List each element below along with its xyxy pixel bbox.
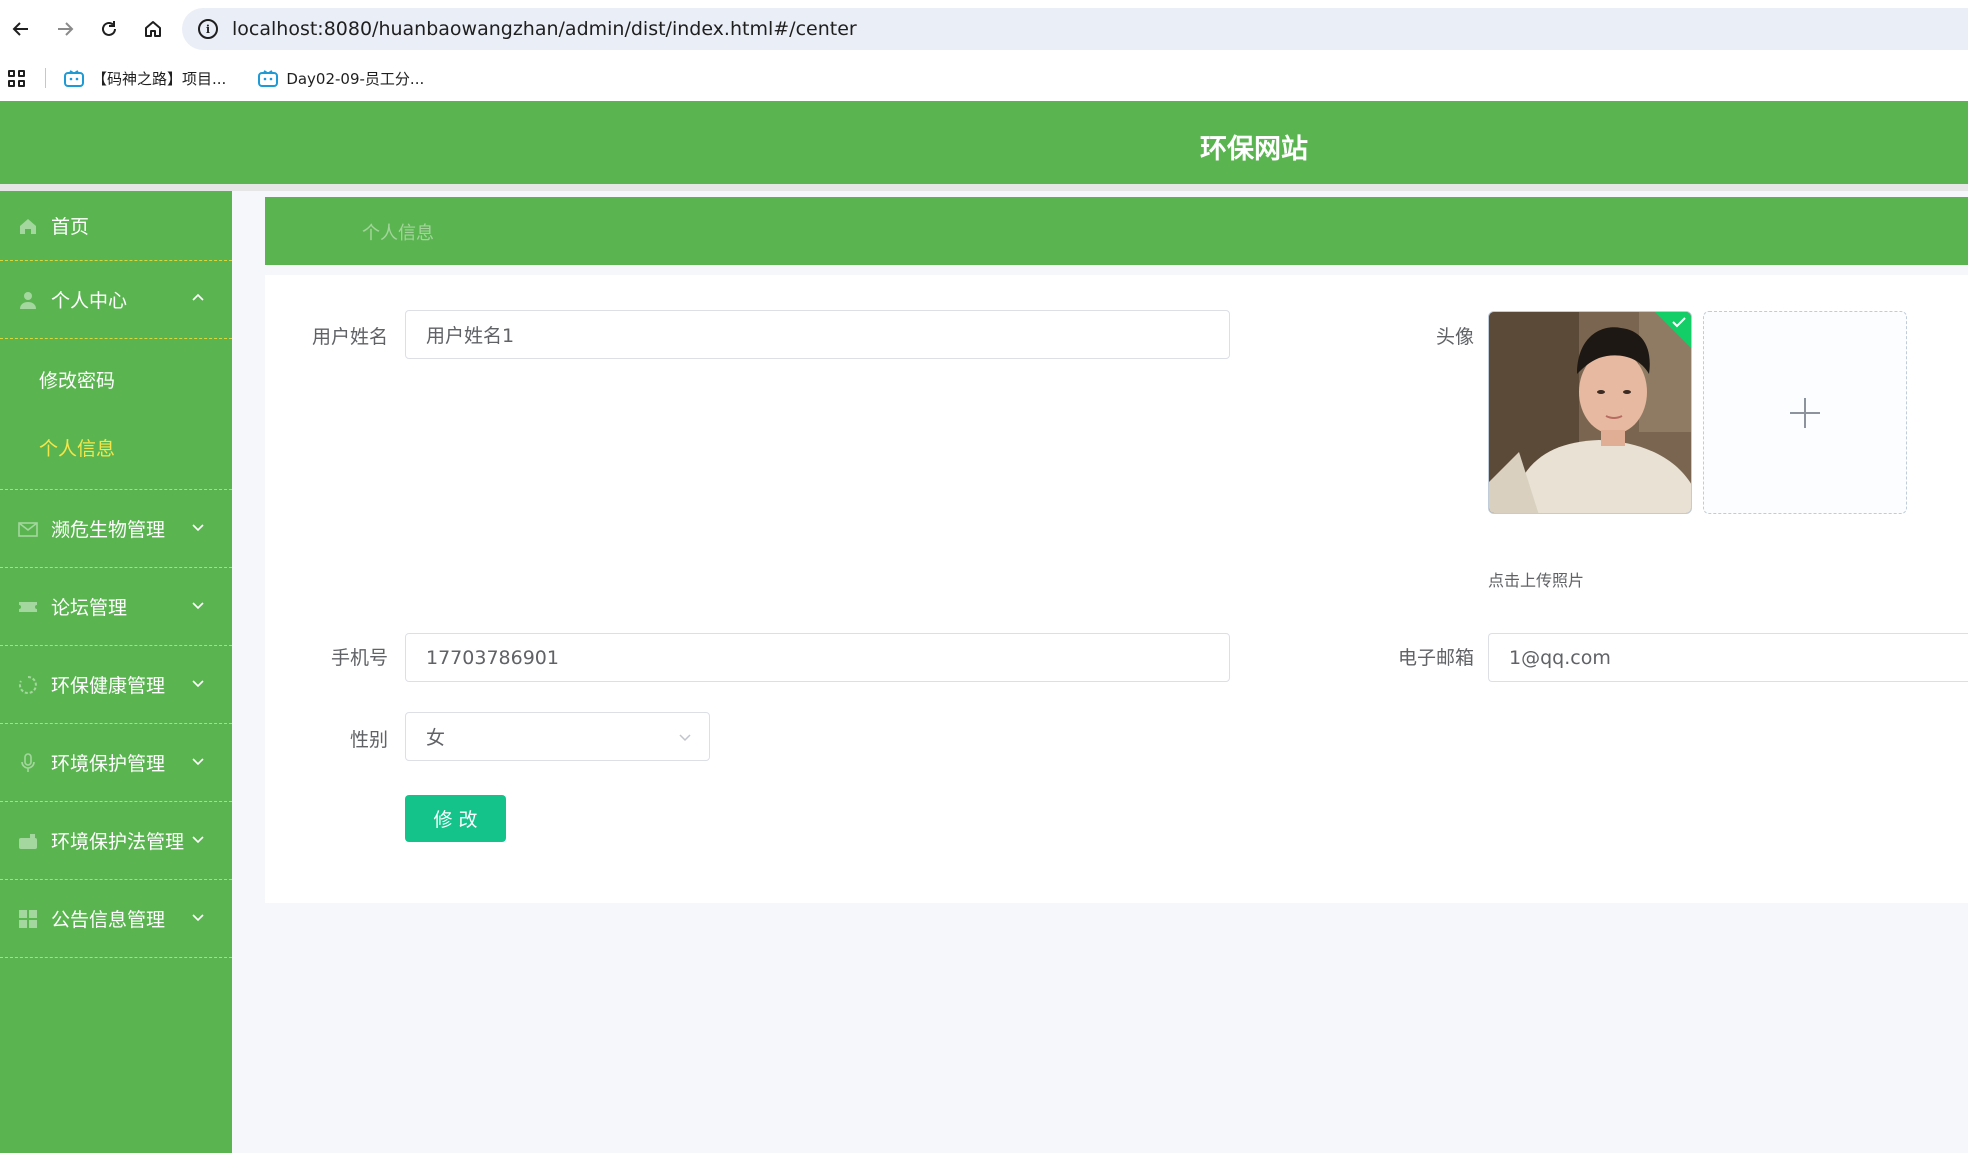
sidebar-subitem-change-password[interactable]: 修改密码 — [0, 345, 232, 413]
chevron-up-icon — [192, 293, 204, 301]
ticket-icon — [19, 601, 37, 612]
avatar-upload-button[interactable] — [1703, 311, 1907, 514]
bilibili-icon — [64, 69, 84, 87]
house-icon — [145, 21, 161, 37]
grid-icon — [19, 909, 37, 928]
header-divider — [0, 184, 1968, 191]
phone-label: 手机号 — [330, 647, 388, 669]
bilibili-icon — [258, 69, 279, 87]
sidebar-item-environment-protection[interactable]: 环境保护管理 — [0, 724, 232, 802]
username-value: 用户姓名1 — [426, 325, 515, 347]
bookmark-item[interactable]: Day02-09-员工分... — [258, 68, 424, 89]
breadcrumb: 个人信息 — [265, 197, 1968, 265]
avatar-image[interactable] — [1488, 311, 1692, 514]
sidebar-item-label: 环境保护管理 — [51, 753, 166, 775]
sidebar-item-environment-law[interactable]: 环境保护法管理 — [0, 802, 232, 880]
submit-button[interactable]: 修改 — [405, 795, 506, 842]
chevron-down-icon — [192, 523, 204, 531]
user-icon — [20, 291, 36, 309]
bookmark-label: 【码神之路】项目... — [92, 69, 227, 88]
bookmark-label: Day02-09-员工分... — [286, 69, 425, 88]
email-input[interactable]: 1@qq.com — [1488, 633, 1968, 682]
apps-grid-icon[interactable] — [8, 69, 25, 87]
address-bar[interactable]: i localhost:8080/huanbaowangzhan/admin/d… — [182, 8, 1968, 50]
url-text: localhost:8080/huanbaowangzhan/admin/dis… — [232, 18, 857, 40]
bookmarks-bar: 【码神之路】项目... Day02-09-员工分... — [0, 58, 1968, 98]
camera-icon — [19, 833, 37, 849]
chevron-down-icon — [192, 835, 204, 843]
sidebar-item-label: 首页 — [51, 216, 90, 238]
breadcrumb-current: 个人信息 — [362, 223, 434, 244]
sidebar-item-label: 公告信息管理 — [51, 909, 166, 931]
username-label: 用户姓名 — [311, 326, 388, 348]
sidebar-item-forum[interactable]: 论坛管理 — [0, 568, 232, 646]
phone-value: 17703786901 — [426, 646, 559, 669]
chevron-down-icon — [679, 734, 691, 742]
gender-select[interactable]: 女 — [405, 712, 710, 761]
arrow-left-icon — [12, 22, 28, 36]
sidebar-item-label: 濒危生物管理 — [51, 519, 166, 541]
home-button[interactable] — [135, 11, 171, 47]
app-header: 环保网站 — [0, 101, 1968, 184]
avatar-label: 头像 — [1435, 326, 1474, 348]
sidebar-subitem-personal-info[interactable]: 个人信息 — [0, 413, 232, 481]
sidebar-item-label: 环境保护法管理 — [51, 831, 185, 853]
mail-icon — [18, 521, 38, 537]
email-value: 1@qq.com — [1509, 646, 1611, 669]
reload-button[interactable] — [91, 11, 127, 47]
phone-input[interactable]: 17703786901 — [405, 633, 1230, 682]
sidebar-item-health[interactable]: 环保健康管理 — [0, 646, 232, 724]
username-input[interactable]: 用户姓名1 — [405, 310, 1230, 359]
sidebar: 首页 个人中心 修改密码 个人信息 濒危生物管理 论坛管理 环保健康管理 环境保… — [0, 191, 232, 1153]
bookmarks-divider — [45, 68, 46, 88]
site-title: 环保网站 — [1200, 134, 1308, 165]
gender-value: 女 — [426, 727, 446, 749]
sidebar-item-label: 环保健康管理 — [51, 675, 166, 697]
browser-toolbar: i localhost:8080/huanbaowangzhan/admin/d… — [0, 0, 1968, 58]
sidebar-item-label: 论坛管理 — [51, 597, 128, 619]
loading-icon — [18, 675, 37, 694]
chevron-down-icon — [192, 913, 204, 921]
sidebar-item-home[interactable]: 首页 — [0, 191, 232, 261]
microphone-icon — [21, 752, 35, 772]
reload-icon — [102, 21, 116, 36]
info-icon[interactable]: i — [198, 19, 218, 39]
upload-tip: 点击上传照片 — [1488, 571, 1585, 590]
sidebar-item-endangered-species[interactable]: 濒危生物管理 — [0, 490, 232, 568]
forward-button[interactable] — [47, 11, 83, 47]
uploaded-check-icon — [1655, 312, 1691, 348]
sidebar-item-label: 个人中心 — [51, 290, 128, 312]
gender-label: 性别 — [349, 729, 388, 751]
bookmark-item[interactable]: 【码神之路】项目... — [64, 68, 226, 89]
back-button[interactable] — [3, 11, 39, 47]
submenu-personal-center: 修改密码 个人信息 — [0, 339, 232, 490]
chevron-down-icon — [192, 601, 204, 609]
plus-icon — [1790, 397, 1820, 428]
chevron-down-icon — [192, 757, 204, 765]
sidebar-item-announcements[interactable]: 公告信息管理 — [0, 880, 232, 958]
arrow-right-icon — [58, 22, 74, 36]
sidebar-item-personal-center[interactable]: 个人中心 — [0, 261, 232, 339]
chevron-down-icon — [192, 679, 204, 687]
home-icon — [20, 218, 36, 234]
email-label: 电子邮箱 — [1397, 647, 1474, 669]
